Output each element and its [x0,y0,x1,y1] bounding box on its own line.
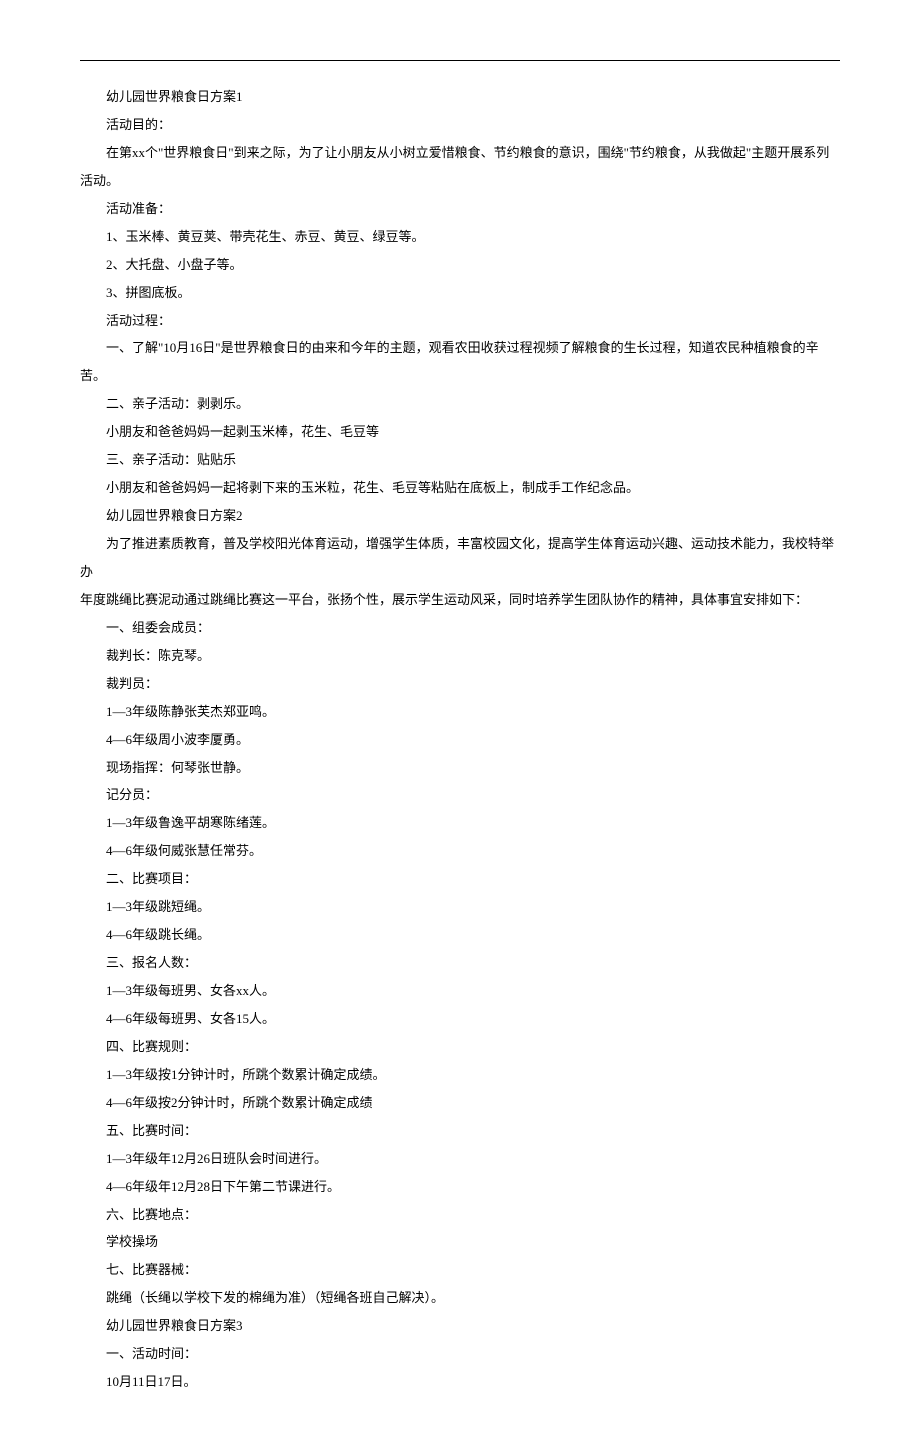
paragraph: 小朋友和爸爸妈妈一起剥玉米棒，花生、毛豆等 [80,418,840,446]
paragraph: 4—6年级年12月28日下午第二节课进行。 [80,1173,840,1201]
paragraph: 1—3年级跳短绳。 [80,893,840,921]
paragraph: 学校操场 [80,1228,840,1256]
paragraph: 一、了解"10月16日"是世界粮食日的由来和今年的主题，观看农田收获过程视频了解… [80,334,840,390]
paragraph: 活动准备： [80,195,840,223]
paragraph: 七、比赛器械： [80,1256,840,1284]
paragraph: 一、活动时间： [80,1340,840,1368]
paragraph: 五、比赛时间： [80,1117,840,1145]
paragraph: 四、比赛规则： [80,1033,840,1061]
paragraph: 二、比赛项目： [80,865,840,893]
paragraph: 幼儿园世界粮食日方案3 [80,1312,840,1340]
paragraph: 4—6年级跳长绳。 [80,921,840,949]
paragraph: 小朋友和爸爸妈妈一起将剥下来的玉米粒，花生、毛豆等粘贴在底板上，制成手工作纪念品… [80,474,840,502]
paragraph: 4—6年级何威张慧任常芬。 [80,837,840,865]
paragraph: 4—6年级每班男、女各15人。 [80,1005,840,1033]
paragraph: 1—3年级陈静张芙杰郑亚鸣。 [80,698,840,726]
paragraph: 1—3年级年12月26日班队会时间进行。 [80,1145,840,1173]
paragraph: 3、拼图底板。 [80,279,840,307]
paragraph: 三、亲子活动：贴贴乐 [80,446,840,474]
paragraph: 现场指挥：何琴张世静。 [80,754,840,782]
paragraph: 1—3年级每班男、女各xx人。 [80,977,840,1005]
paragraph: 10月11日17日。 [80,1368,840,1396]
paragraph: 六、比赛地点： [80,1201,840,1229]
paragraph: 幼儿园世界粮食日方案1 [80,83,840,111]
paragraph: 4—6年级按2分钟计时，所跳个数累计确定成绩 [80,1089,840,1117]
paragraph: 活动目的： [80,111,840,139]
paragraph: 裁判长：陈克琴。 [80,642,840,670]
top-rule [80,60,840,61]
paragraph: 在第xx个"世界粮食日"到来之际，为了让小朋友从小树立爱惜粮食、节约粮食的意识，… [80,139,840,195]
document-body: 幼儿园世界粮食日方案1活动目的：在第xx个"世界粮食日"到来之际，为了让小朋友从… [80,83,840,1396]
paragraph: 1—3年级鲁逸平胡寒陈绪莲。 [80,809,840,837]
paragraph: 记分员： [80,781,840,809]
paragraph: 1—3年级按1分钟计时，所跳个数累计确定成绩。 [80,1061,840,1089]
paragraph: 二、亲子活动：剥剥乐。 [80,390,840,418]
paragraph: 为了推进素质教育，普及学校阳光体育运动，增强学生体质，丰富校园文化，提高学生体育… [80,530,840,586]
paragraph: 裁判员： [80,670,840,698]
paragraph: 活动过程： [80,307,840,335]
paragraph: 一、组委会成员： [80,614,840,642]
paragraph: 三、报名人数： [80,949,840,977]
paragraph: 1、玉米棒、黄豆荚、带壳花生、赤豆、黄豆、绿豆等。 [80,223,840,251]
paragraph: 年度跳绳比赛泥动通过跳绳比赛这一平台，张扬个性，展示学生运动风采，同时培养学生团… [80,586,840,614]
paragraph: 4—6年级周小波李厦勇。 [80,726,840,754]
paragraph: 幼儿园世界粮食日方案2 [80,502,840,530]
paragraph: 2、大托盘、小盘子等。 [80,251,840,279]
paragraph: 跳绳（长绳以学校下发的棉绳为准）（短绳各班自己解决）。 [80,1284,840,1312]
